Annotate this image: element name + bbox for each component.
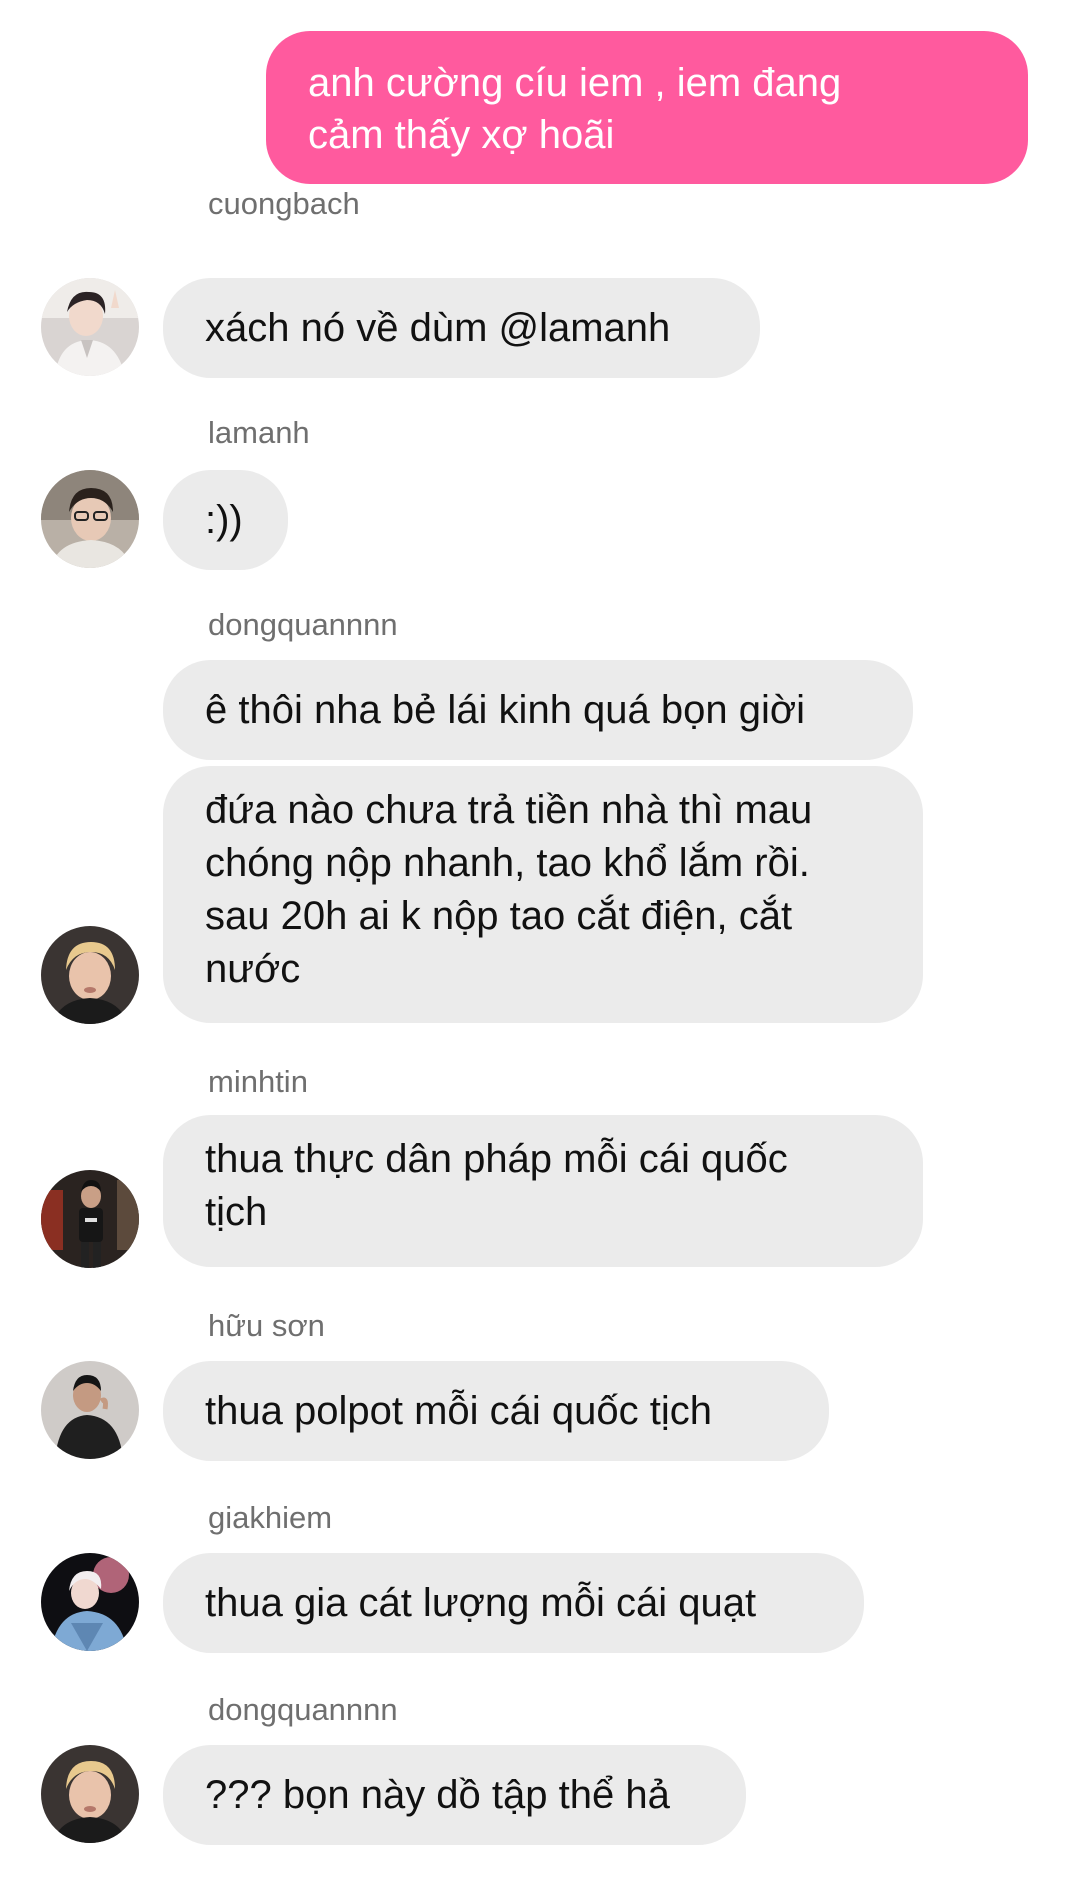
message-bubble[interactable]: ê thôi nha bẻ lái kinh quá bọn giời (163, 660, 913, 760)
avatar-dongquannnn[interactable] (41, 1745, 139, 1843)
avatar-giakhiem[interactable] (41, 1553, 139, 1651)
avatar-cuongbach[interactable] (41, 278, 139, 376)
sender-name-huu-son[interactable]: hữu sơn (208, 1308, 325, 1344)
sender-name-lamanh[interactable]: lamanh (208, 415, 310, 451)
message-bubble[interactable]: :)) (163, 470, 288, 570)
message-bubble[interactable]: thua polpot mỗi cái quốc tịch (163, 1361, 829, 1461)
message-bubble[interactable]: thua thực dân pháp mỗi cái quốc tịch (163, 1115, 923, 1267)
avatar-dongquannnn[interactable] (41, 926, 139, 1024)
message-bubble[interactable]: xách nó về dùm @lamanh (163, 278, 760, 378)
sender-name-minhtin[interactable]: minhtin (208, 1064, 308, 1100)
outgoing-message-bubble[interactable]: anh cường cíu iem , iem đang cảm thấy xợ… (266, 31, 1028, 184)
avatar-huu-son[interactable] (41, 1361, 139, 1459)
sender-name-dongquannnn[interactable]: dongquannnn (208, 1692, 398, 1728)
message-bubble[interactable]: đứa nào chưa trả tiền nhà thì mau chóng … (163, 766, 923, 1023)
message-bubble[interactable]: thua gia cát lượng mỗi cái quạt (163, 1553, 864, 1653)
avatar-lamanh[interactable] (41, 470, 139, 568)
sender-name-cuongbach[interactable]: cuongbach (208, 186, 360, 222)
avatar-minhtin[interactable] (41, 1170, 139, 1268)
sender-name-dongquannnn[interactable]: dongquannnn (208, 607, 398, 643)
chat-thread: anh cường cíu iem , iem đang cảm thấy xợ… (0, 0, 1080, 1887)
message-bubble[interactable]: ??? bọn này dồ tập thể hả (163, 1745, 746, 1845)
sender-name-giakhiem[interactable]: giakhiem (208, 1500, 332, 1536)
